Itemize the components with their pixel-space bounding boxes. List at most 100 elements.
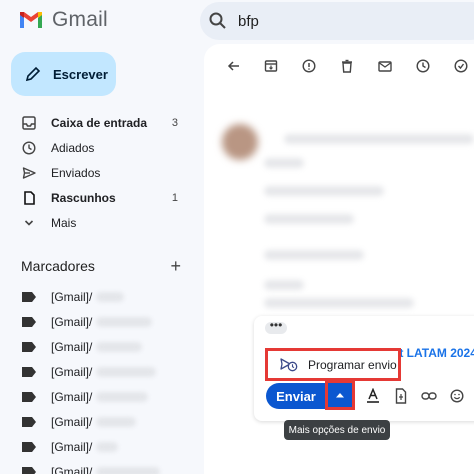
avatar bbox=[222, 124, 258, 160]
clock-icon bbox=[416, 59, 430, 73]
add-task-button[interactable] bbox=[442, 56, 474, 76]
redacted-line bbox=[264, 250, 364, 260]
show-trimmed-content-button[interactable]: ••• bbox=[265, 319, 287, 334]
insert-link-button[interactable] bbox=[416, 386, 442, 406]
archive-button[interactable] bbox=[252, 56, 290, 76]
formatting-options-button[interactable] bbox=[360, 386, 386, 406]
redacted-line bbox=[264, 280, 304, 290]
trash-icon bbox=[342, 59, 352, 73]
sidebar-item-drafts[interactable]: Rascunhos 1 bbox=[0, 185, 200, 210]
label-item[interactable]: [Gmail]/ bbox=[22, 434, 202, 459]
more-send-options-button[interactable] bbox=[325, 380, 355, 410]
label-name: [Gmail]/ bbox=[51, 439, 93, 454]
report-spam-button[interactable] bbox=[290, 56, 328, 76]
label-item[interactable]: [Gmail]/ bbox=[22, 359, 202, 384]
label-name: [Gmail]/ bbox=[51, 414, 93, 429]
search-icon[interactable] bbox=[208, 11, 228, 31]
label-redacted bbox=[96, 391, 149, 402]
label-name: [Gmail]/ bbox=[51, 364, 93, 379]
spam-icon bbox=[302, 59, 316, 73]
pencil-icon bbox=[25, 66, 41, 82]
link-icon bbox=[421, 392, 437, 400]
label-redacted bbox=[96, 466, 161, 474]
archive-icon bbox=[264, 60, 278, 72]
redacted-line bbox=[264, 186, 384, 196]
emoji-icon bbox=[450, 389, 464, 403]
redacted-line bbox=[284, 134, 474, 144]
file-icon bbox=[395, 388, 407, 404]
gmail-m-icon bbox=[20, 12, 42, 28]
sidebar-item-inbox[interactable]: Caixa de entrada 3 bbox=[0, 110, 200, 135]
label-redacted bbox=[96, 366, 157, 377]
snooze-button[interactable] bbox=[404, 56, 442, 76]
compose-format-toolbar bbox=[360, 386, 474, 406]
caret-up-icon bbox=[336, 393, 344, 398]
labels-title: Marcadores bbox=[21, 258, 95, 274]
chevron-down-icon bbox=[22, 216, 36, 230]
label-redacted bbox=[96, 291, 125, 302]
unread-count: 3 bbox=[171, 116, 178, 129]
sidebar-nav: Caixa de entrada 3 Adiados Enviados Rasc… bbox=[0, 110, 200, 235]
label-name: [Gmail]/ bbox=[51, 314, 93, 329]
label-list: [Gmail]/ [Gmail]/ [Gmail]/ [Gmail]/ [Gma… bbox=[22, 284, 202, 474]
schedule-send-label: Programar envio bbox=[308, 357, 397, 372]
sidebar-item-label: Rascunhos bbox=[51, 190, 116, 205]
label-redacted bbox=[96, 416, 137, 427]
label-name: [Gmail]/ bbox=[51, 289, 93, 304]
sidebar-item-snoozed[interactable]: Adiados bbox=[0, 135, 200, 160]
label-name: [Gmail]/ bbox=[51, 464, 93, 474]
label-item[interactable]: [Gmail]/ bbox=[22, 334, 202, 359]
search-input[interactable]: bfp bbox=[238, 13, 259, 30]
subject-text: nt LATAM 2024 bbox=[392, 346, 474, 360]
sidebar-item-label: Adiados bbox=[51, 140, 95, 155]
delete-button[interactable] bbox=[328, 56, 366, 76]
draft-count: 1 bbox=[171, 191, 178, 204]
sidebar-item-label: Caixa de entrada bbox=[51, 115, 148, 130]
sidebar-item-label: Mais bbox=[51, 215, 77, 230]
schedule-send-option[interactable]: Programar envio bbox=[265, 348, 401, 381]
label-icon bbox=[22, 441, 36, 452]
add-label-button[interactable]: + bbox=[170, 257, 181, 275]
label-name: [Gmail]/ bbox=[51, 339, 93, 354]
label-icon bbox=[22, 316, 36, 327]
tooltip: Mais opções de envio bbox=[284, 420, 390, 440]
send-button[interactable]: Enviar bbox=[266, 383, 326, 409]
message-toolbar bbox=[216, 56, 474, 76]
redacted-line bbox=[264, 158, 304, 168]
label-icon bbox=[22, 391, 36, 402]
mail-icon bbox=[378, 61, 392, 72]
sidebar-item-more[interactable]: Mais bbox=[0, 210, 200, 235]
send-icon bbox=[22, 166, 36, 180]
sidebar-item-label: Enviados bbox=[51, 165, 101, 180]
sidebar-item-sent[interactable]: Enviados bbox=[0, 160, 200, 185]
redacted-line bbox=[264, 214, 354, 224]
label-icon bbox=[22, 291, 36, 302]
mark-unread-button[interactable] bbox=[366, 56, 404, 76]
label-icon bbox=[22, 341, 36, 352]
label-icon bbox=[22, 366, 36, 377]
labels-header: Marcadores + bbox=[21, 257, 181, 275]
clock-icon bbox=[22, 140, 36, 155]
compose-button[interactable]: Escrever bbox=[11, 52, 116, 96]
add-task-icon bbox=[454, 59, 468, 73]
label-item[interactable]: [Gmail]/ bbox=[22, 284, 202, 309]
label-item[interactable]: [Gmail]/ bbox=[22, 459, 202, 474]
label-item[interactable]: [Gmail]/ bbox=[22, 384, 202, 409]
inbox-icon bbox=[22, 115, 36, 130]
text-format-icon bbox=[367, 388, 379, 403]
insert-emoji-button[interactable] bbox=[444, 386, 470, 406]
label-icon bbox=[22, 416, 36, 427]
label-item[interactable]: [Gmail]/ bbox=[22, 409, 202, 434]
label-item[interactable]: [Gmail]/ bbox=[22, 309, 202, 334]
search-bar[interactable]: bfp bbox=[200, 2, 474, 40]
label-redacted bbox=[96, 341, 143, 352]
gmail-logo[interactable]: Gmail bbox=[18, 8, 108, 32]
draft-icon bbox=[22, 190, 36, 205]
header: Gmail bfp bbox=[0, 0, 474, 44]
label-redacted bbox=[96, 441, 119, 452]
attach-file-button[interactable] bbox=[388, 386, 414, 406]
redacted-line bbox=[264, 298, 414, 308]
label-redacted bbox=[96, 316, 153, 327]
arrow-left-icon bbox=[227, 61, 239, 71]
back-button[interactable] bbox=[216, 56, 252, 76]
